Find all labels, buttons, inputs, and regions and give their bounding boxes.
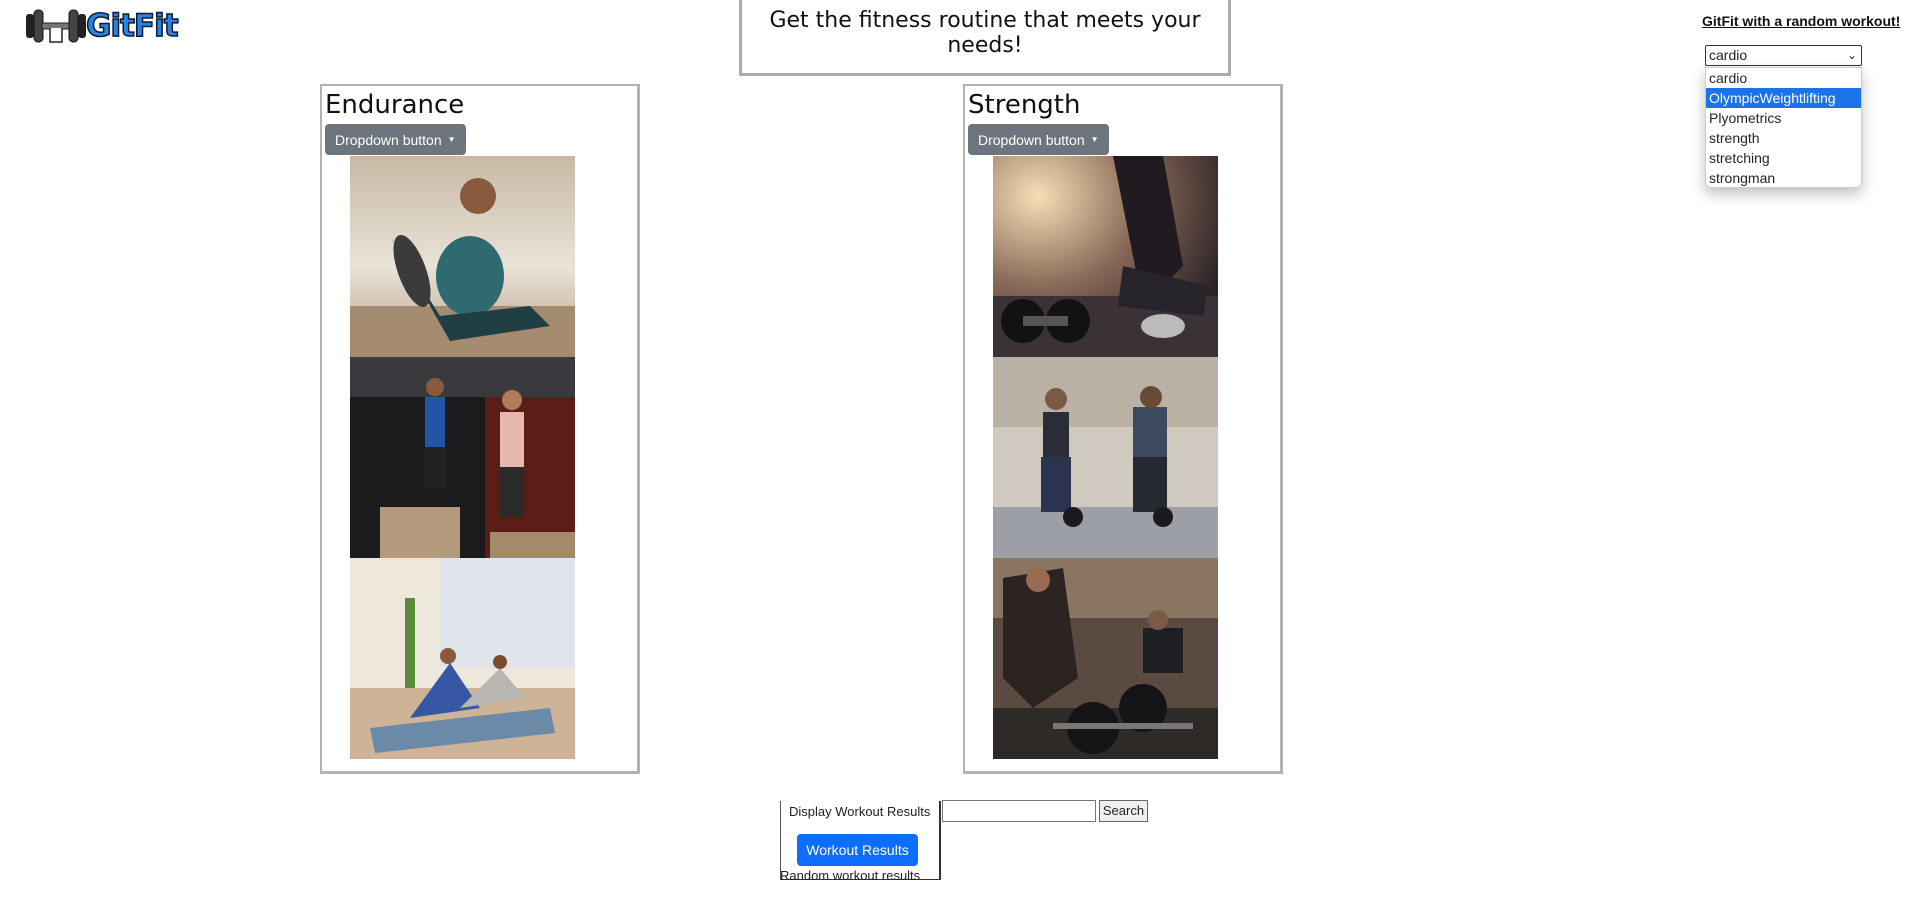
endurance-dropdown-button[interactable]: Dropdown button ▼: [325, 124, 466, 155]
results-title: Display Workout Results: [789, 804, 931, 819]
gitfit-logo[interactable]: GitFit: [24, 4, 184, 48]
yoga-class-photo: [350, 558, 575, 759]
caret-down-icon: ▼: [447, 135, 456, 144]
card-title: Strength: [968, 90, 1081, 120]
dropdown-button-label: Dropdown button: [335, 131, 442, 148]
kettlebell-pair-photo: [993, 357, 1218, 558]
workout-results-button[interactable]: Workout Results: [797, 834, 918, 866]
person-stretching-photo: [350, 156, 575, 357]
card-title: Endurance: [325, 90, 465, 120]
option-strength[interactable]: strength: [1706, 128, 1861, 148]
box-jump-photo: [350, 357, 575, 558]
option-olympic-weightlifting[interactable]: OlympicWeightlifting: [1706, 88, 1861, 108]
workout-type-select[interactable]: cardio ⌄: [1705, 45, 1862, 66]
random-workout-link[interactable]: GitFit with a random workout!: [1702, 13, 1912, 29]
strength-photos: [993, 156, 1218, 759]
chevron-down-icon: ⌄: [1846, 48, 1857, 62]
endurance-photos: [350, 156, 575, 759]
header-banner: Get the fitness routine that meets your …: [739, 0, 1231, 76]
caret-down-icon: ▼: [1090, 135, 1099, 144]
dumbbells-floor-photo: [993, 156, 1218, 357]
strength-card: Strength Dropdown button ▼: [963, 84, 1283, 774]
endurance-card: Endurance Dropdown button ▼: [320, 84, 640, 774]
option-plyometrics[interactable]: Plyometrics: [1706, 108, 1861, 128]
dumbbell-icon: [26, 9, 86, 43]
option-cardio[interactable]: cardio: [1706, 68, 1861, 88]
search-input[interactable]: [942, 800, 1096, 822]
page-title: Get the fitness routine that meets your …: [769, 8, 1201, 58]
barbell-deadlift-photo: [993, 558, 1218, 759]
strength-dropdown-button[interactable]: Dropdown button ▼: [968, 124, 1109, 155]
option-strongman[interactable]: strongman: [1706, 168, 1861, 188]
dropdown-button-label: Dropdown button: [978, 131, 1085, 148]
option-stretching[interactable]: stretching: [1706, 148, 1861, 168]
select-value: cardio: [1709, 47, 1748, 63]
logo-text: GitFit: [85, 7, 179, 44]
workout-type-options[interactable]: cardio OlympicWeightlifting Plyometrics …: [1705, 67, 1862, 188]
search-button[interactable]: Search: [1099, 800, 1148, 822]
random-workout-results-label: Random workout results: [780, 868, 921, 883]
